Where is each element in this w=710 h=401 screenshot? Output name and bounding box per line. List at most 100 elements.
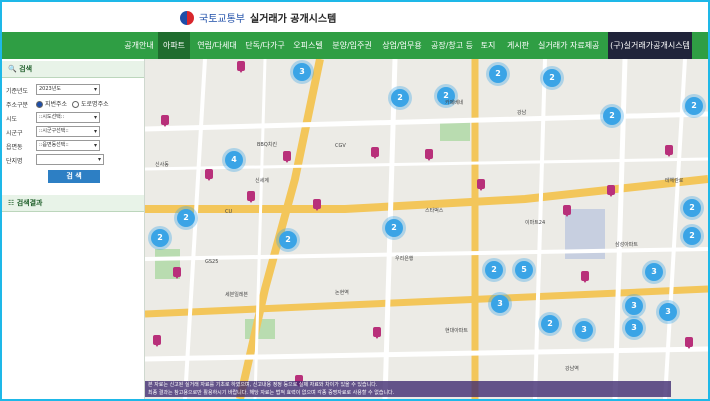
cluster-marker[interactable]: 2 [683,199,701,217]
cluster-marker[interactable]: 2 [151,229,169,247]
apartment-pin-icon[interactable] [313,199,321,211]
road-radio[interactable] [72,101,80,108]
sidebar: 🔍 검색 기준년도 2023년도 주소구분 지번주소 도로명주소 시도 ::시도… [2,59,145,399]
year-label: 기준년도 [6,88,29,95]
road-radio-label: 도로명주소 [81,101,109,108]
apartment-pin-icon[interactable] [607,185,615,197]
nav-item-land[interactable]: 토지 [478,32,498,59]
search-panel-header: 🔍 검색 [2,61,144,78]
nav-item-legacy-system[interactable]: (구)실거래가공개시스템 [608,32,692,59]
jibun-radio-label: 지번주소 [45,101,68,108]
map-place-label: 삼성아파트 [615,242,639,248]
org-name: 국토교통부 [199,14,245,25]
map-place-label: 논현역 [335,290,349,296]
cluster-marker[interactable]: 2 [177,209,195,227]
nav-item-detached[interactable]: 단독/다가구 [244,32,286,59]
nav-item-apartment[interactable]: 아파트 [158,32,190,59]
map-place-label: 스타벅스 [425,208,444,214]
search-panel-title: 검색 [19,65,33,73]
map-place-label: 카페베네 [445,100,464,106]
sido-label: 시도 [6,116,18,123]
map-place-label: CU [225,209,233,215]
apartment-pin-icon[interactable] [563,205,571,217]
nav-item-factory[interactable]: 공장/창고 등 [430,32,474,59]
complex-name-input[interactable] [36,154,104,165]
map-place-label: CGV [335,143,346,149]
map-place-label: 테헤란로 [665,178,684,184]
cluster-marker[interactable]: 2 [391,89,409,107]
eupmyeondong-select[interactable]: ::읍면동선택:: [36,140,100,151]
cluster-marker[interactable]: 2 [489,65,507,83]
search-button[interactable]: 검 색 [48,170,100,183]
map-place-label: GS25 [205,259,219,265]
map-place-label: 강남역 [565,366,579,372]
apartment-pin-icon[interactable] [173,267,181,279]
map-place-label: 현대아파트 [445,328,469,334]
complex-name-label: 단지명 [6,158,23,165]
sigungu-label: 시군구 [6,130,23,137]
nav-item-presale[interactable]: 분양/입주권 [330,32,374,59]
apartment-pin-icon[interactable] [665,145,673,157]
nav-item-officetel[interactable]: 오피스텔 [292,32,324,59]
apartment-pin-icon[interactable] [371,147,379,159]
cluster-marker[interactable]: 3 [645,263,663,281]
cluster-marker[interactable]: 2 [541,315,559,333]
cluster-marker[interactable]: 2 [683,227,701,245]
cluster-marker[interactable]: 2 [485,261,503,279]
list-icon: ☷ [8,199,15,207]
search-icon: 🔍 [8,65,17,73]
disclaimer-line: 본 자료는 신고된 실거래 자료를 기초로 하였으며, 신고내용 정정 등으로 … [148,382,378,388]
nav-item-guide[interactable]: 공개안내 [122,32,156,59]
map-place-label: 우리은행 [395,256,414,262]
apartment-pin-icon[interactable] [477,179,485,191]
cluster-marker[interactable]: 3 [659,303,677,321]
cluster-marker[interactable]: 3 [491,295,509,313]
map-place-label: 이마트24 [525,220,546,226]
map-roads [145,59,708,399]
cluster-marker[interactable]: 2 [543,69,561,87]
apartment-pin-icon[interactable] [205,169,213,181]
results-panel-title: 검색결과 [16,199,43,207]
apartment-pin-icon[interactable] [153,335,161,347]
apartment-pin-icon[interactable] [373,327,381,339]
nav-item-data-provision[interactable]: 실거래가 자료제공 [538,32,599,59]
browser-frame: 국토교통부 실거래가 공개시스템 공개안내 아파트 연립/다세대 단독/다가구 … [0,0,710,401]
cluster-marker[interactable]: 2 [603,107,621,125]
cluster-marker[interactable]: 4 [225,151,243,169]
apartment-pin-icon[interactable] [581,271,589,283]
site-logo[interactable]: 국토교통부 실거래가 공개시스템 [180,10,336,25]
site-header: 국토교통부 실거래가 공개시스템 [2,2,708,32]
sigungu-select[interactable]: ::시군구선택:: [36,126,100,137]
cluster-marker[interactable]: 2 [385,219,403,237]
cluster-marker[interactable]: 2 [279,231,297,249]
sido-select[interactable]: ::시도선택:: [36,112,100,123]
nav-item-commercial[interactable]: 상업/업무용 [380,32,424,59]
nav-item-rowhouse[interactable]: 연립/다세대 [194,32,240,59]
year-select[interactable]: 2023년도 [36,84,100,95]
map-view[interactable]: 2 2 2 2 2 4 2 2 2 2 2 5 3 3 2 3 3 3 3 2 … [145,59,708,399]
cluster-marker[interactable]: 5 [515,261,533,279]
results-panel-header: ☷ 검색결과 [2,195,144,212]
address-type-label: 주소구분 [6,102,29,109]
taegeuk-logo-icon [180,10,194,25]
apartment-pin-icon[interactable] [161,115,169,127]
apartment-pin-icon[interactable] [283,151,291,163]
cluster-marker[interactable]: 3 [293,63,311,81]
apartment-pin-icon[interactable] [247,191,255,203]
map-place-label: 신사동 [155,162,169,168]
address-type-options: 지번주소 도로명주소 [36,99,109,108]
apartment-pin-icon[interactable] [685,337,693,349]
jibun-radio[interactable] [36,101,43,108]
apartment-pin-icon[interactable] [425,149,433,161]
cluster-marker[interactable]: 3 [575,321,593,339]
nav-item-board[interactable]: 게시판 [504,32,532,59]
cluster-marker[interactable]: 3 [625,319,643,337]
system-name: 실거래가 공개시스템 [250,14,337,25]
main-nav: 공개안내 아파트 연립/다세대 단독/다가구 오피스텔 분양/입주권 상업/업무… [2,32,708,59]
map-place-label: 강남 [517,110,527,116]
apartment-pin-icon[interactable] [237,61,245,73]
map-place-label: BBQ치킨 [257,142,277,148]
cluster-marker[interactable]: 3 [625,297,643,315]
disclaimer-line: 최종 결과는 참고용으로만 활용하시기 바랍니다. 해당 자료는 법적 효력이 … [148,390,395,396]
cluster-marker[interactable]: 2 [685,97,703,115]
